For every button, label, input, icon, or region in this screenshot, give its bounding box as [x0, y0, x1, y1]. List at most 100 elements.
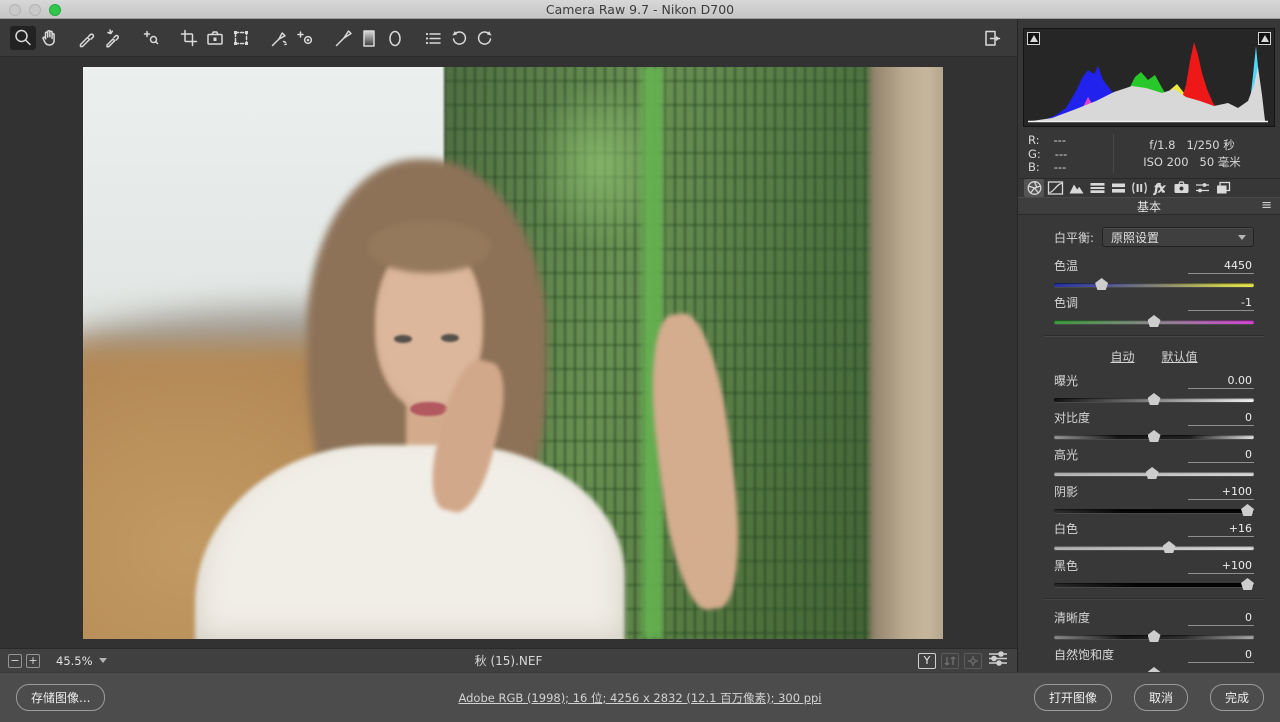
slider-value-tint[interactable]: -1 [1188, 296, 1254, 311]
zoom-window-button[interactable] [49, 4, 61, 16]
targeted-adjustment-tool-icon[interactable] [138, 26, 164, 50]
photo-pillar [870, 67, 943, 639]
slider-value-temp[interactable]: 4450 [1188, 259, 1254, 274]
slider-track-whites[interactable] [1054, 546, 1254, 550]
slider-track-highlights[interactable] [1054, 472, 1254, 476]
histogram[interactable] [1023, 28, 1275, 127]
tab-tone-curve[interactable] [1045, 179, 1065, 197]
slider-row-highlights: 高光0 [1054, 446, 1254, 476]
canvas-area [0, 57, 1017, 648]
slider-track-contrast[interactable] [1054, 435, 1254, 439]
slider-track-exposure[interactable] [1054, 398, 1254, 402]
photo-canvas[interactable] [83, 67, 943, 639]
slider-label-shadows: 阴影 [1054, 483, 1078, 500]
slider-track-blacks[interactable] [1054, 583, 1254, 587]
slider-row-shadows: 阴影 +100 [1054, 483, 1254, 513]
exif-shutter: 1/250 秒 [1186, 138, 1234, 152]
swap-settings-button-disabled [941, 653, 959, 669]
photo-woman-lips [410, 402, 448, 417]
slider-value-contrast[interactable]: 0 [1188, 411, 1254, 426]
hand-tool-icon[interactable] [36, 26, 62, 50]
close-window-button[interactable] [9, 4, 21, 16]
zoom-level-select[interactable]: 45.5% [50, 652, 113, 670]
tab-hsl-grayscale[interactable] [1087, 179, 1107, 197]
slider-thumb-temp[interactable] [1095, 278, 1108, 290]
white-balance-select[interactable]: 原照设置 [1102, 227, 1254, 247]
rgb-b-value: --- [1054, 161, 1066, 175]
white-balance-label: 白平衡: [1054, 229, 1094, 246]
zoom-out-button[interactable]: − [8, 654, 22, 668]
rgb-g-value: --- [1055, 148, 1067, 162]
tab-lens-corrections[interactable] [1129, 179, 1149, 197]
tab-camera-calibration[interactable] [1171, 179, 1191, 197]
slider-thumb-highlights[interactable] [1146, 467, 1159, 479]
slider-thumb-contrast[interactable] [1148, 430, 1161, 442]
shadow-clipping-toggle[interactable] [1027, 32, 1040, 45]
slider-thumb-exposure[interactable] [1148, 393, 1161, 405]
red-eye-tool-icon[interactable] [292, 26, 318, 50]
rotate-left-icon[interactable] [446, 26, 472, 50]
slider-track-clarity[interactable] [1054, 635, 1254, 639]
panel-menu-icon[interactable]: ≡ [1261, 201, 1272, 211]
slider-thumb-clarity[interactable] [1148, 630, 1161, 642]
cancel-button[interactable]: 取消 [1134, 684, 1188, 711]
slider-value-clarity[interactable]: 0 [1188, 611, 1254, 626]
slider-value-whites[interactable]: +16 [1188, 522, 1254, 537]
divider [1044, 598, 1264, 599]
slider-thumb-whites[interactable] [1163, 541, 1176, 553]
window-title: Camera Raw 9.7 - Nikon D700 [546, 2, 734, 17]
tab-basic[interactable] [1024, 179, 1044, 197]
tab-snapshots[interactable] [1213, 179, 1233, 197]
minimize-window-button[interactable] [29, 4, 41, 16]
slider-row-exposure: 曝光0.00 [1054, 372, 1254, 402]
zoom-in-button[interactable]: + [26, 654, 40, 668]
rgb-r-value: --- [1054, 134, 1066, 148]
zoom-level-value: 45.5% [56, 654, 93, 668]
auto-link[interactable]: 自动 [1110, 350, 1134, 364]
tab-presets[interactable] [1192, 179, 1212, 197]
slider-thumb-shadows[interactable] [1241, 504, 1254, 516]
before-after-view-button[interactable]: Y [918, 653, 936, 669]
color-sampler-tool-icon[interactable] [100, 26, 126, 50]
rgb-readout: R:--- G:--- B:--- [1028, 134, 1114, 173]
copy-settings-button-disabled [964, 653, 982, 669]
tab-split-toning[interactable] [1108, 179, 1128, 197]
rotate-right-icon[interactable] [472, 26, 498, 50]
adjustment-brush-tool-icon[interactable] [330, 26, 356, 50]
preview-preferences-icon[interactable] [987, 651, 1009, 670]
titlebar: Camera Raw 9.7 - Nikon D700 [0, 0, 1280, 19]
graduated-filter-tool-icon[interactable] [356, 26, 382, 50]
highlight-clipping-toggle[interactable] [1258, 32, 1271, 45]
zoom-tool-icon[interactable] [10, 26, 36, 50]
slider-value-shadows[interactable]: +100 [1188, 485, 1254, 500]
divider [1044, 335, 1264, 336]
slider-value-blacks[interactable]: +100 [1188, 559, 1254, 574]
done-button[interactable]: 完成 [1210, 684, 1264, 711]
slider-label-contrast: 对比度 [1054, 409, 1090, 426]
slider-track-temp[interactable] [1054, 283, 1254, 287]
crop-tool-icon[interactable] [176, 26, 202, 50]
slider-thumb-tint[interactable] [1148, 315, 1161, 327]
slider-label-tint: 色调 [1054, 294, 1078, 311]
histogram-plot [1024, 29, 1272, 126]
save-image-button[interactable]: 存储图像... [16, 684, 105, 711]
white-balance-tool-icon[interactable] [74, 26, 100, 50]
toggle-fullscreen-icon[interactable] [979, 26, 1005, 50]
slider-value-vibrance[interactable]: 0 [1188, 648, 1254, 663]
slider-track-shadows[interactable] [1054, 509, 1254, 513]
slider-value-highlights[interactable]: 0 [1188, 448, 1254, 463]
default-link[interactable]: 默认值 [1162, 350, 1198, 364]
spot-removal-tool-icon[interactable] [266, 26, 292, 50]
tab-detail[interactable] [1066, 179, 1086, 197]
exif-readout: f/1.8 1/250 秒 ISO 200 50 毫米 [1114, 134, 1270, 173]
slider-thumb-blacks[interactable] [1241, 578, 1254, 590]
tab-effects[interactable]: fx [1150, 179, 1170, 197]
straighten-tool-icon[interactable] [202, 26, 228, 50]
radial-filter-tool-icon[interactable] [382, 26, 408, 50]
preferences-icon[interactable] [420, 26, 446, 50]
open-image-button[interactable]: 打开图像 [1034, 684, 1112, 711]
slider-track-tint[interactable] [1054, 320, 1254, 324]
slider-value-exposure[interactable]: 0.00 [1188, 374, 1254, 389]
transform-tool-icon[interactable] [228, 26, 254, 50]
bottom-bar: 存储图像... Adobe RGB (1998); 16 位; 4256 x 2… [0, 672, 1280, 722]
